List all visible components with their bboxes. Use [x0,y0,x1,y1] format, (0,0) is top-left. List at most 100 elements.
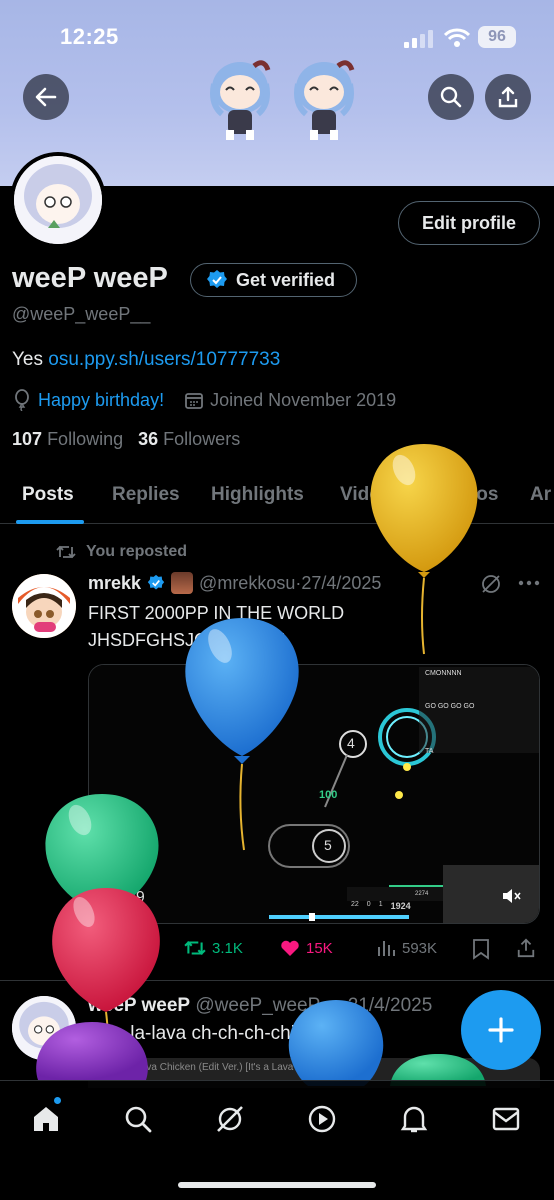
back-button[interactable] [23,74,69,120]
mrekk-avatar-image [12,574,76,638]
get-verified-label: Get verified [236,269,336,290]
share-icon [498,86,518,108]
heart-icon [281,940,299,956]
hit-circle-number-b: 5 [324,837,332,853]
nav-search[interactable] [118,1099,158,1139]
bio-text: Yes [12,349,43,370]
following-count: 107 [12,429,43,449]
post2-author-name[interactable]: weeP weeP [88,995,190,1016]
nav-messages[interactable] [486,1099,526,1139]
affiliate-badge-icon [171,572,194,594]
hud-value: 1 [378,901,383,908]
play-circle-icon [308,1105,336,1133]
post1-text-line1: FIRST 2000PP IN THE WORLD [88,603,345,623]
hud-value: 0 [366,901,371,908]
bookmark-icon[interactable] [472,938,490,960]
bio-link[interactable]: osu.ppy.sh/users/10777733 [48,349,280,370]
wifi-icon [444,28,470,47]
home-indicator [178,1182,376,1188]
combo-text: 100 [319,789,338,801]
tab-replies[interactable]: Replies [112,484,180,506]
stream-chat-overlay: CMONNNN GO GO GO GO TA [425,669,474,756]
get-verified-button[interactable]: Get verified [190,263,357,297]
nav-videos[interactable] [302,1099,342,1139]
repost-label: You reposted [86,543,188,560]
notification-dot [54,1097,61,1104]
post1-handle: @mrekkosu [199,572,296,593]
share-button[interactable] [485,74,531,120]
cellular-signal-icon [404,30,433,48]
search-button[interactable] [428,74,474,120]
repost-button[interactable]: 3.1K [184,939,243,957]
repost-indicator: You reposted [56,543,187,561]
score-hud: 22 0 1 1924 [351,901,411,911]
repost-icon [184,941,206,955]
post2-text: la-la-la-lava ch-ch-ch-chicken [88,1023,336,1044]
tab-articles[interactable]: Ar [530,484,551,506]
followers-count: 36 [138,429,159,449]
reply-button[interactable]: 712 [90,939,141,959]
edit-profile-button[interactable]: Edit profile [398,201,540,245]
hud-value: 1924 [390,901,411,911]
views-chart-icon [378,941,395,956]
verified-badge-icon [147,574,165,590]
profile-handle: @weeP_weeP__ [12,304,151,324]
post2-media-caption: Steve's Lava Chicken (Edit Ver.) [It's a… [100,1062,329,1073]
verified-badge-icon [207,270,227,288]
profile-meta: Happy birthday! Joined November 2019 [12,389,396,411]
views-button[interactable]: 593K [376,939,437,957]
video-overlay-count: 39 [127,889,145,906]
tab-videos[interactable]: Videos [340,484,402,506]
profile-tabs: Posts Replies Highlights Videos Photos A… [0,468,554,524]
post2-handle: @weeP_weeP__ [195,995,342,1016]
bell-icon [400,1106,428,1133]
post-avatar-mrekk[interactable] [12,574,76,638]
active-tab-indicator [16,520,84,524]
nav-grok[interactable] [210,1099,250,1139]
profile-display-name: weeP weeP [12,262,168,294]
profile-avatar[interactable] [10,152,106,248]
banner-chibi-right [294,60,355,140]
followers-link[interactable]: 36 Followers [138,429,240,449]
post1-text-line2: JHSDFGHSJGFKV SDK [88,630,286,650]
search-icon [440,86,462,108]
nav-notifications[interactable] [394,1099,434,1139]
compose-post-button[interactable] [461,990,541,1070]
share-icon[interactable] [516,937,536,959]
like-button[interactable]: 15K [280,939,333,957]
chat-line: TA [425,748,434,755]
banner-chibi-left [210,60,271,140]
hud-pp-value: 2274 [415,891,429,897]
like-count: 15K [306,939,333,957]
status-bar: 12:25 96 [0,22,554,52]
nav-home[interactable] [26,1097,66,1139]
reply-icon [91,941,108,959]
mute-icon[interactable] [501,887,521,905]
follow-stats: 107 Following 36 Followers [12,429,240,450]
tab-photos[interactable]: Photos [434,484,498,506]
post-divider [0,980,554,981]
post1-video[interactable]: 4 5 100 CMONNNN GO GO GO GO TA 22 0 1 19… [88,664,540,924]
joined-text: Joined November 2019 [210,389,397,410]
post2-header: weeP weeP @weeP_weeP__·21/4/2025 [88,995,432,1017]
post1-author-name[interactable]: mrekk [88,573,141,594]
grok-icon[interactable] [480,573,502,595]
following-link[interactable]: 107 Following [12,429,123,449]
tab-highlights[interactable]: Highlights [211,484,304,506]
mail-icon [492,1107,520,1131]
hud-value: 22 [351,901,359,908]
post1-text: FIRST 2000PP IN THE WORLD JHSDFGHSJGFKV … [88,600,508,654]
followers-label: Followers [163,429,241,449]
following-label: Following [47,429,124,449]
post2-date: ·21/4/2025 [341,995,433,1016]
anime-avatar-image [12,996,76,1060]
more-options-icon[interactable] [518,580,540,586]
post-avatar-weep[interactable] [12,996,76,1060]
home-icon [34,1107,58,1131]
anime-avatar-image [14,156,102,244]
post1-date: ·27/4/2025 [295,572,382,593]
birthday-text[interactable]: Happy birthday! [38,390,164,411]
profile-bio: Yes osu.ppy.sh/users/10777733 [12,349,280,371]
tab-posts[interactable]: Posts [22,484,74,506]
post1-actions: 712 3.1K 15K 593K [88,934,540,964]
